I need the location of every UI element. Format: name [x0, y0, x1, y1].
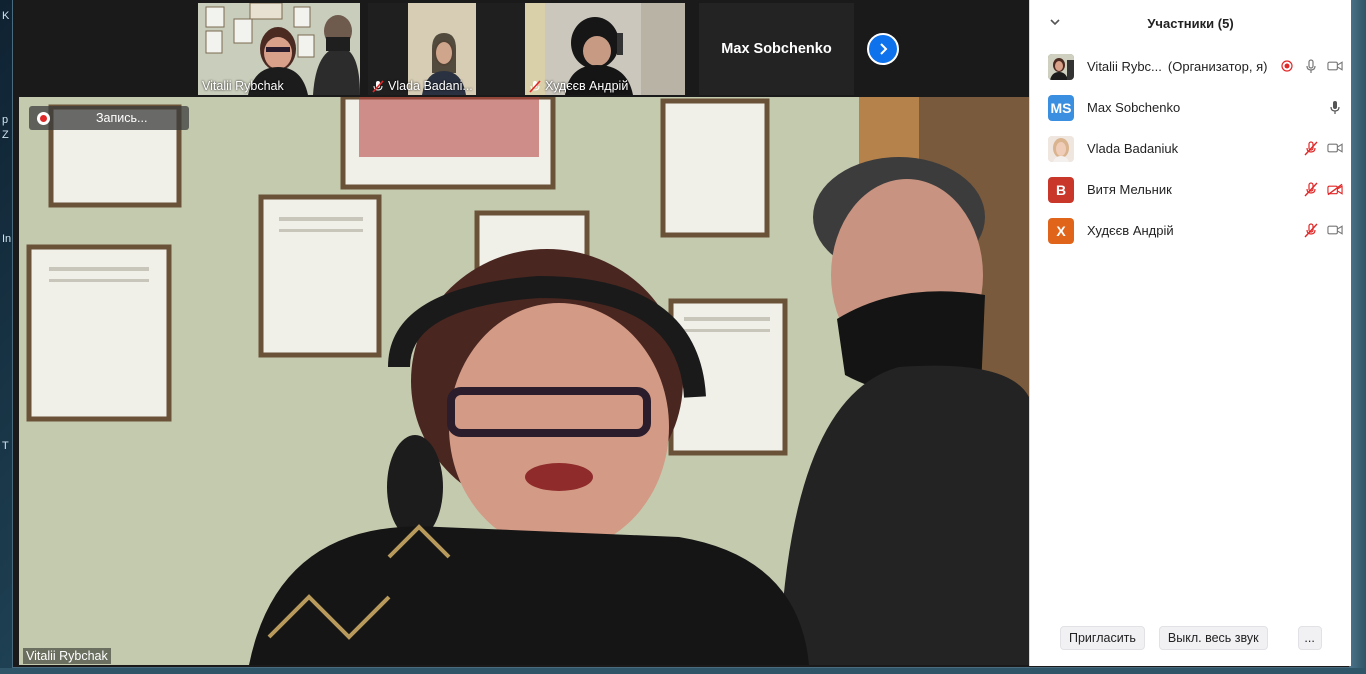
video-camera-icon[interactable]: [1327, 140, 1343, 156]
chevron-right-icon: [880, 43, 888, 55]
mic-muted-icon: [372, 79, 384, 93]
participant-row[interactable]: MS Max Sobchenko: [1030, 87, 1351, 128]
panel-footer: Пригласить Выкл. весь звук ...: [1030, 626, 1351, 650]
record-icon: [37, 111, 50, 125]
participant-name: Vlada Badani...: [388, 79, 473, 93]
participant-name: Худєєв Андрій: [1087, 223, 1174, 238]
participant-status: [1279, 58, 1343, 74]
thumbnail-label: Vlada Badani...: [372, 79, 473, 93]
mic-muted-icon[interactable]: [1303, 222, 1319, 238]
video-feed: [19, 97, 1029, 665]
mute-all-button[interactable]: Выкл. весь звук: [1158, 626, 1268, 650]
desktop-background: [0, 668, 1366, 674]
desktop-glyph: Z: [2, 129, 9, 141]
participant-role: (Организатор, я): [1167, 59, 1268, 74]
avatar: [1048, 135, 1074, 162]
participant-row[interactable]: Vitalii Rybc... (Организатор, я): [1030, 46, 1351, 87]
chevron-down-icon[interactable]: [1048, 15, 1062, 29]
participant-name: Max Sobchenko: [721, 41, 832, 57]
desktop-edge: K р Z In T: [0, 0, 12, 674]
thumbnail-vitalii[interactable]: Vitalii Rybchak: [198, 3, 360, 95]
name-only-tile[interactable]: Max Sobchenko: [699, 3, 854, 95]
more-options-button[interactable]: ...: [1297, 626, 1322, 650]
avatar: MS: [1048, 94, 1074, 121]
video-off-icon[interactable]: [1327, 181, 1343, 197]
video-camera-icon[interactable]: [1327, 222, 1343, 238]
mic-muted-icon[interactable]: [1303, 140, 1319, 156]
participant-name: Vlada Badaniuk: [1087, 141, 1179, 156]
thumbnail-strip: Vitalii Rybchak Vlada Badani... Худєєв А…: [19, 0, 1029, 97]
invite-button[interactable]: Пригласить: [1060, 626, 1145, 650]
avatar-photo: [1048, 53, 1074, 80]
mic-muted-icon[interactable]: [1303, 181, 1319, 197]
desktop-glyph: In: [2, 233, 12, 245]
speaker-name-label: Vitalii Rybchak: [23, 648, 111, 664]
recording-icon: [1279, 58, 1295, 74]
participant-name: Max Sobchenko: [1087, 100, 1181, 115]
participant-name: Vitalii Rybc...: [1087, 59, 1162, 74]
avatar: В: [1048, 176, 1074, 203]
participant-status: [1327, 99, 1343, 115]
thumbnail-label: Худєєв Андрій: [529, 79, 628, 93]
participant-list: Vitalii Rybc... (Организатор, я) MS Max …: [1030, 46, 1351, 251]
participant-status: [1303, 222, 1343, 238]
participant-row[interactable]: В Витя Мельник: [1030, 169, 1351, 210]
thumbnail-khudeev[interactable]: Худєєв Андрій: [525, 3, 685, 95]
thumbnail-vlada[interactable]: Vlada Badani...: [368, 3, 530, 95]
mic-icon[interactable]: [1303, 58, 1319, 74]
participant-name: Vitalii Rybchak: [202, 79, 284, 93]
desktop-glyph: T: [2, 440, 9, 452]
participant-row[interactable]: Vlada Badaniuk: [1030, 128, 1351, 169]
mic-icon[interactable]: [1327, 99, 1343, 115]
thumbnail-label: Vitalii Rybchak: [202, 79, 284, 93]
participants-panel: Участники (5) Vitalii Rybc... (Организат…: [1029, 0, 1351, 666]
desktop-glyph: K: [2, 10, 10, 22]
mic-muted-icon: [529, 79, 541, 93]
desktop-background: [1350, 0, 1366, 674]
desktop-glyph: р: [2, 114, 9, 126]
recording-label: Запись...: [96, 111, 148, 125]
participant-status: [1303, 181, 1343, 197]
panel-title: Участники (5): [1147, 15, 1234, 31]
participant-name: Витя Мельник: [1087, 182, 1172, 197]
participant-row[interactable]: Х Худєєв Андрій: [1030, 210, 1351, 251]
participant-name: Худєєв Андрій: [545, 79, 629, 93]
main-video: Запись... Vitalii Rybchak: [19, 97, 1029, 665]
avatar-photo: [1048, 135, 1074, 162]
video-camera-icon[interactable]: [1327, 58, 1343, 74]
avatar: [1048, 53, 1074, 80]
next-page-button[interactable]: [867, 33, 899, 65]
avatar: Х: [1048, 217, 1074, 244]
participant-status: [1303, 140, 1343, 156]
zoom-window: Vitalii Rybchak Vlada Badani... Худєєв А…: [12, 0, 1351, 668]
recording-indicator[interactable]: Запись...: [29, 106, 189, 130]
panel-header: Участники (5): [1030, 0, 1351, 46]
